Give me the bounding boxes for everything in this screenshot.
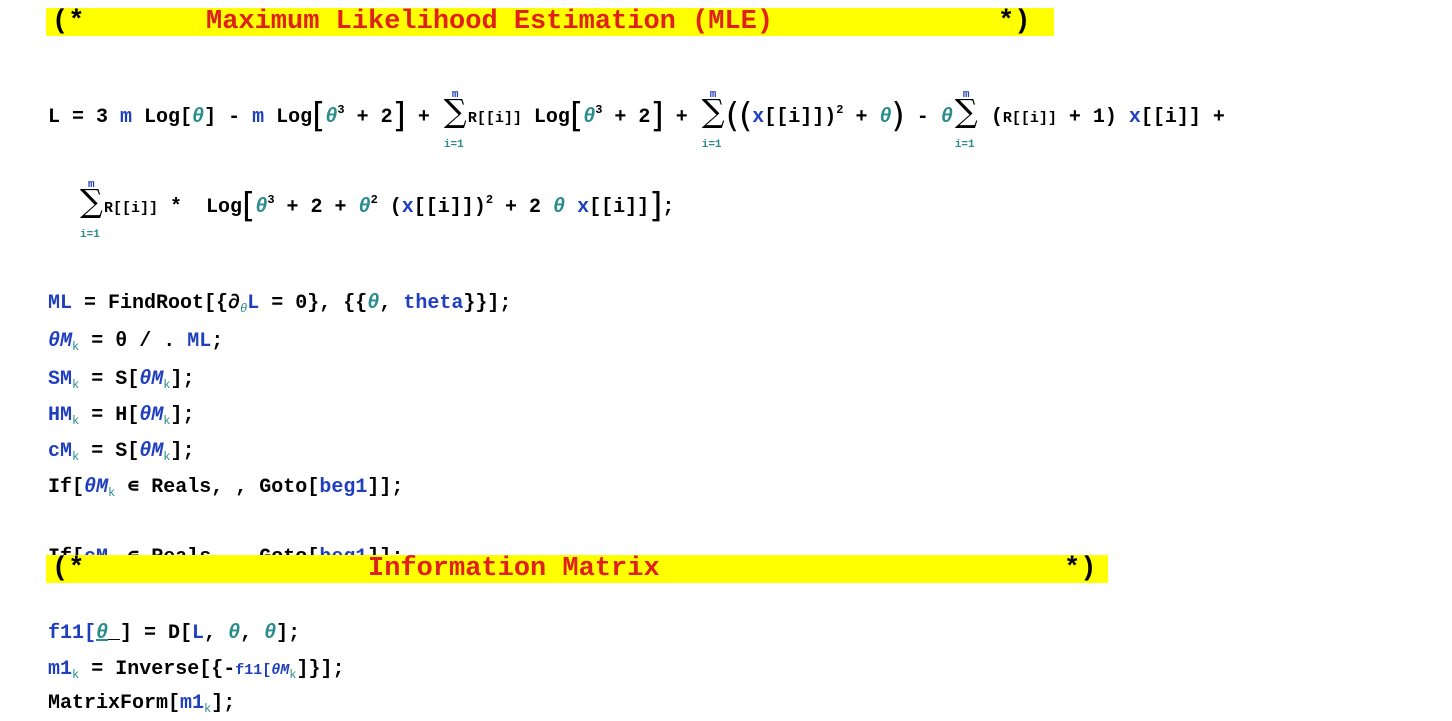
comment-info-title: Information Matrix xyxy=(368,554,660,584)
comment-close: *) xyxy=(998,7,1031,37)
code-line-L-2[interactable]: ∑ m i=1 R[[i]] * Log[θ3 + 2 + θ2 (x[[i]])2 … xyxy=(78,164,674,241)
sum-symbol-1: ∑ m i=1 xyxy=(443,88,467,151)
sum-symbol-4: ∑ m i=1 xyxy=(80,178,103,241)
code-line-L-1[interactable]: L = 3 m Log[θ] - m Log[θ3 + 2] + ∑ m i=1 R[… xyxy=(48,74,1237,151)
comment-highlight-info: (* Information Matrix *) xyxy=(46,555,1108,583)
comment-highlight-mle: (* Maximum Likelihood Estimation (MLE) *… xyxy=(46,8,1054,36)
comment-mle-title: Maximum Likelihood Estimation (MLE) xyxy=(206,7,774,37)
code-line-if-thetaM[interactable]: If[θMk ∊ Reals, , Goto[beg1]]; xyxy=(48,452,403,505)
comment-open: (* xyxy=(52,7,85,37)
code-line-matrixform[interactable]: MatrixForm[m1k]; xyxy=(48,668,235,721)
sum-symbol-3: ∑ m i=1 xyxy=(954,88,978,151)
comment2-open: (* xyxy=(52,554,85,584)
sum-symbol-2: ∑ m i=1 xyxy=(701,88,725,151)
comment2-close: *) xyxy=(1064,554,1097,584)
